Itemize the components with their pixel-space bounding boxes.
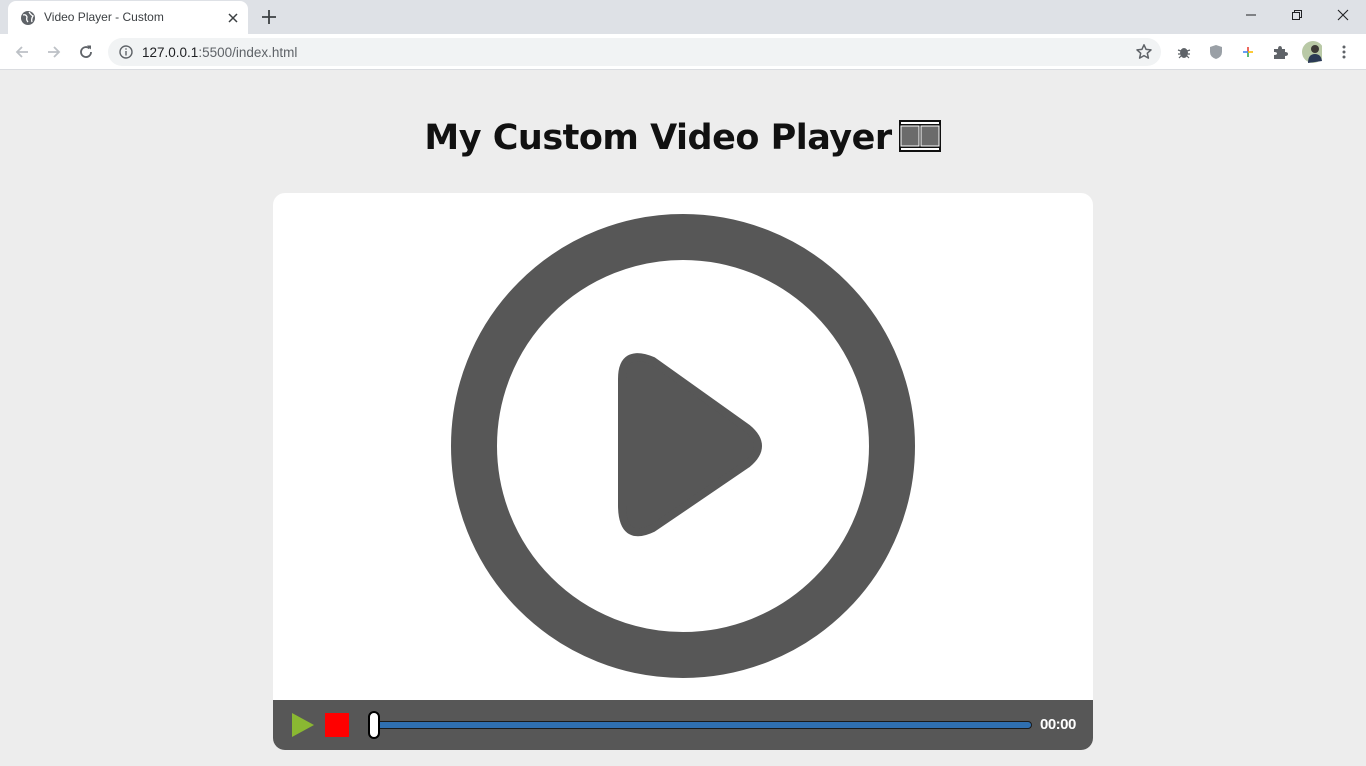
minimize-button[interactable] bbox=[1228, 0, 1274, 30]
close-tab-icon[interactable] bbox=[225, 10, 241, 26]
reload-button[interactable] bbox=[75, 41, 97, 63]
shield-icon bbox=[1210, 45, 1222, 59]
play-button[interactable] bbox=[290, 712, 316, 738]
reload-icon bbox=[80, 45, 92, 58]
url-text: 127.0.0.1:5500/index.html bbox=[142, 45, 297, 60]
browser-toolbar: 127.0.0.1:5500/index.html bbox=[0, 34, 1366, 70]
url-path: :5500/index.html bbox=[198, 45, 298, 60]
restore-icon bbox=[1292, 10, 1302, 20]
forward-button[interactable] bbox=[43, 41, 65, 63]
progress-slider[interactable] bbox=[368, 711, 1032, 739]
bug-extension-button[interactable] bbox=[1174, 42, 1194, 62]
page-title-text: My Custom Video Player bbox=[424, 118, 892, 158]
address-bar[interactable]: 127.0.0.1:5500/index.html bbox=[108, 38, 1161, 66]
bug-icon bbox=[1177, 48, 1191, 59]
progress-track[interactable] bbox=[368, 721, 1032, 729]
restore-button[interactable] bbox=[1274, 0, 1320, 30]
forward-arrow-icon bbox=[48, 46, 61, 58]
kebab-menu-icon bbox=[1342, 45, 1346, 59]
close-icon bbox=[1337, 9, 1349, 21]
url-host: 127.0.0.1 bbox=[142, 45, 199, 60]
player-controls: 00:00 bbox=[273, 700, 1093, 750]
tab-title: Video Player - Custom bbox=[44, 10, 164, 24]
new-tab-icon[interactable] bbox=[259, 7, 279, 27]
video-player: 00:00 bbox=[273, 193, 1093, 750]
stop-button[interactable] bbox=[325, 713, 349, 737]
globe-icon bbox=[21, 11, 35, 25]
extensions-button[interactable] bbox=[1270, 42, 1290, 62]
minimize-icon bbox=[1246, 14, 1256, 16]
tab-strip: Video Player - Custom bbox=[0, 0, 1366, 34]
close-window-button[interactable] bbox=[1320, 0, 1366, 30]
plus-extension-button[interactable] bbox=[1238, 42, 1258, 62]
shield-extension-button[interactable] bbox=[1206, 42, 1226, 62]
avatar bbox=[1302, 41, 1322, 63]
browser-tab[interactable]: Video Player - Custom bbox=[8, 1, 248, 34]
progress-thumb[interactable] bbox=[368, 711, 380, 739]
back-arrow-icon bbox=[15, 46, 28, 58]
video-poster-play-icon[interactable] bbox=[273, 193, 1093, 700]
colored-plus-icon bbox=[1243, 47, 1253, 57]
back-button[interactable] bbox=[11, 41, 33, 63]
time-display: 00:00 bbox=[1040, 716, 1076, 733]
bookmark-star-icon[interactable] bbox=[1135, 43, 1153, 61]
puzzle-icon bbox=[1274, 46, 1288, 59]
film-frames-icon bbox=[898, 120, 941, 152]
browser-menu-button[interactable] bbox=[1334, 42, 1354, 62]
info-icon[interactable] bbox=[119, 45, 133, 59]
profile-button[interactable] bbox=[1302, 41, 1322, 63]
page-title: My Custom Video Player bbox=[0, 118, 1366, 158]
